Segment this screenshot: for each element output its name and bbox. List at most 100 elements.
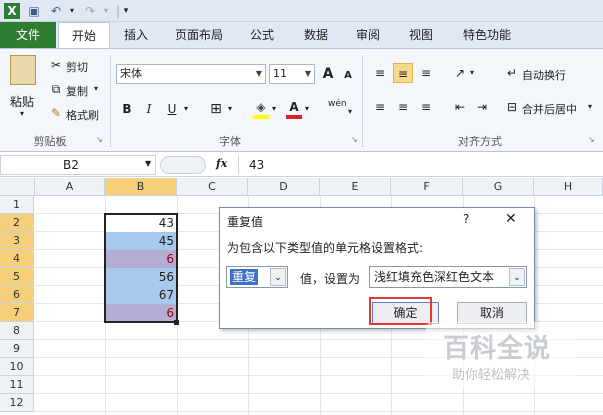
column-header[interactable]: E xyxy=(320,178,391,196)
tab-page-layout[interactable]: 页面布局 xyxy=(166,22,232,48)
clipboard-launcher-icon[interactable]: ↘ xyxy=(96,135,103,144)
formula-value: 43 xyxy=(249,158,265,172)
close-icon[interactable]: ✕ xyxy=(505,211,517,227)
group-divider xyxy=(362,55,363,147)
set-as-label: 值，设置为 xyxy=(300,272,361,286)
watermark-subtitle: 助你轻松解决 xyxy=(452,368,531,383)
row-header[interactable]: 11 xyxy=(0,376,34,394)
chevron-down-icon: ▼ xyxy=(255,69,262,78)
row-header[interactable]: 3 xyxy=(0,232,34,250)
font-color-icon[interactable]: A xyxy=(284,97,304,117)
insert-function-icon[interactable]: fx xyxy=(216,157,227,170)
align-center-icon[interactable]: ≡ xyxy=(393,97,413,117)
formula-input[interactable]: 43 xyxy=(238,155,603,175)
dialog-title: 重复值 xyxy=(227,215,264,229)
select-all-corner[interactable] xyxy=(0,178,35,196)
align-bottom-icon[interactable]: ≡ xyxy=(416,63,436,83)
column-header[interactable]: G xyxy=(463,178,534,196)
copy-button[interactable]: 复制 xyxy=(66,83,88,99)
tab-formulas[interactable]: 公式 xyxy=(242,22,282,48)
font-launcher-icon[interactable]: ↘ xyxy=(351,135,358,144)
row-header[interactable]: 8 xyxy=(0,322,34,340)
tab-review[interactable]: 审阅 xyxy=(348,22,388,48)
alignment-launcher-icon[interactable]: ↘ xyxy=(588,135,595,144)
help-button[interactable]: ? xyxy=(463,212,469,226)
align-middle-icon[interactable]: ≡ xyxy=(393,63,413,83)
tab-home[interactable]: 开始 xyxy=(58,22,110,50)
name-box[interactable]: B2 xyxy=(0,155,156,175)
undo-icon[interactable]: ↶ xyxy=(48,3,64,19)
save-icon[interactable]: ▣ xyxy=(26,3,42,19)
column-header[interactable]: C xyxy=(177,178,248,196)
borders-icon[interactable]: ⊞ xyxy=(206,99,226,119)
font-size-combo[interactable]: 11 ▼ xyxy=(269,64,315,84)
format-select[interactable]: 浅红填充色深红色文本 ⌄ xyxy=(369,266,527,288)
tab-view[interactable]: 视图 xyxy=(401,22,441,48)
font-color-dropdown-icon[interactable]: ▾ xyxy=(305,104,309,113)
wrap-text-icon[interactable]: ↵ xyxy=(502,63,522,83)
wrap-text-button[interactable]: 自动换行 xyxy=(522,67,566,83)
row-header[interactable]: 10 xyxy=(0,358,34,376)
merge-dropdown-icon[interactable]: ▾ xyxy=(588,102,592,111)
grow-font-button[interactable]: A xyxy=(318,64,338,84)
fill-color-swatch xyxy=(253,115,269,119)
row-header[interactable]: 1 xyxy=(0,196,34,214)
phonetic-guide-button[interactable]: wén xyxy=(328,99,347,109)
formula-divider-handle[interactable] xyxy=(160,156,206,174)
fill-color-dropdown-icon[interactable]: ▾ xyxy=(272,104,276,113)
paste-dropdown-icon[interactable]: ▾ xyxy=(20,109,24,118)
italic-button[interactable]: I xyxy=(139,99,159,119)
row-header[interactable]: 5 xyxy=(0,268,34,286)
redo-icon[interactable]: ↷ xyxy=(82,3,98,19)
format-painter-icon[interactable]: ✎ xyxy=(46,103,66,123)
increase-indent-icon[interactable]: ⇥ xyxy=(472,97,492,117)
value-type-select[interactable]: 重复 ⌄ xyxy=(226,266,288,288)
orientation-dropdown-icon[interactable]: ▾ xyxy=(470,68,474,77)
decrease-indent-icon[interactable]: ⇤ xyxy=(450,97,470,117)
name-box-dropdown-icon[interactable]: ▼ xyxy=(145,159,151,168)
merge-center-button[interactable]: 合并后居中 xyxy=(522,101,577,117)
fill-color-icon[interactable]: ◈ xyxy=(251,97,271,117)
column-header[interactable]: A xyxy=(35,178,105,196)
watermark-title: 百科全说 xyxy=(443,334,552,364)
undo-dropdown-icon[interactable]: ▾ xyxy=(64,3,80,19)
underline-button[interactable]: U xyxy=(162,99,182,119)
ribbon-home: 粘贴 ▾ ✂ 剪切 ⧉ 复制 ▾ ✎ 格式刷 剪贴板 ↘ 宋体 ▼ 11 ▼ A A… xyxy=(0,48,603,152)
column-header[interactable]: H xyxy=(534,178,603,196)
borders-dropdown-icon[interactable]: ▾ xyxy=(228,104,232,113)
shrink-font-button[interactable]: A xyxy=(338,66,358,86)
copy-dropdown-icon[interactable]: ▾ xyxy=(94,84,98,93)
column-header[interactable]: F xyxy=(391,178,463,196)
font-name-combo[interactable]: 宋体 ▼ xyxy=(116,64,266,84)
fill-handle[interactable] xyxy=(174,320,179,325)
phonetic-dropdown-icon[interactable]: ▾ xyxy=(348,107,352,116)
row-header[interactable]: 6 xyxy=(0,286,34,304)
format-painter-button[interactable]: 格式刷 xyxy=(66,107,99,123)
font-color-swatch xyxy=(286,115,302,119)
row-header[interactable]: 4 xyxy=(0,250,34,268)
underline-dropdown-icon[interactable]: ▾ xyxy=(184,104,188,113)
orientation-icon[interactable]: ↗ xyxy=(450,63,470,83)
row-header[interactable]: 12 xyxy=(0,394,34,412)
tab-special-features[interactable]: 特色功能 xyxy=(455,22,519,48)
paste-button[interactable]: 粘贴 xyxy=(10,93,34,110)
column-header[interactable]: D xyxy=(248,178,320,196)
bold-button[interactable]: B xyxy=(117,99,137,119)
row-header[interactable]: 2 xyxy=(0,214,34,232)
cut-button[interactable]: 剪切 xyxy=(66,59,88,75)
customize-toolbar-icon[interactable]: ▾ xyxy=(118,3,134,19)
row-header[interactable]: 9 xyxy=(0,340,34,358)
tab-file[interactable]: 文件 xyxy=(0,22,56,48)
merge-center-icon[interactable]: ⊟ xyxy=(502,97,522,117)
cancel-button[interactable]: 取消 xyxy=(457,302,527,324)
paste-icon[interactable] xyxy=(10,55,36,85)
tab-insert[interactable]: 插入 xyxy=(116,22,156,48)
align-left-icon[interactable]: ≡ xyxy=(370,97,390,117)
column-header[interactable]: B xyxy=(105,178,177,196)
scissors-icon[interactable]: ✂ xyxy=(46,55,66,75)
align-right-icon[interactable]: ≡ xyxy=(416,97,436,117)
copy-icon[interactable]: ⧉ xyxy=(46,79,66,99)
row-header[interactable]: 7 xyxy=(0,304,34,322)
tab-data[interactable]: 数据 xyxy=(296,22,336,48)
align-top-icon[interactable]: ≡ xyxy=(370,63,390,83)
